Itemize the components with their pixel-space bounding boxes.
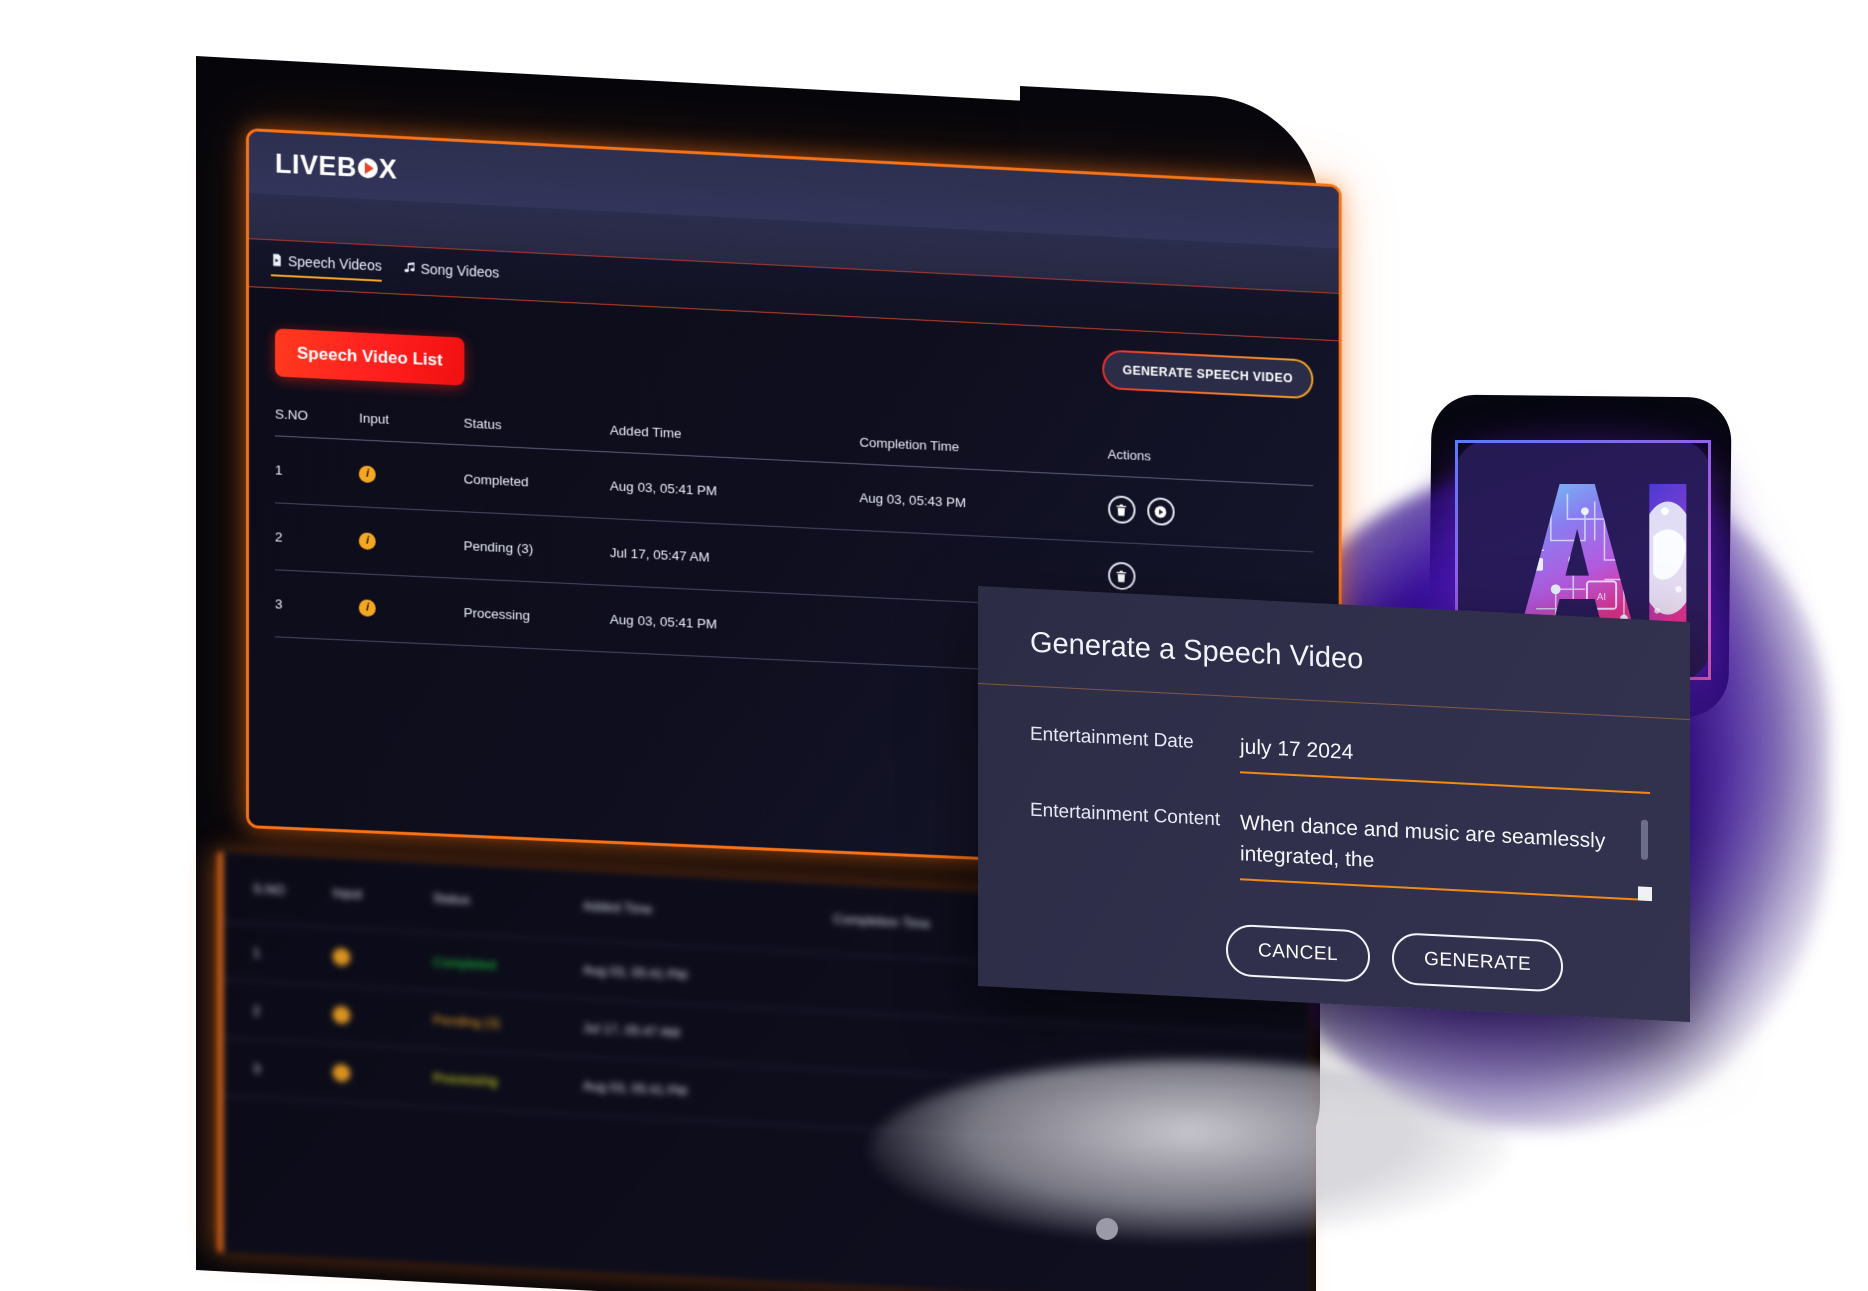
cell-completion-time: Aug 03, 05:43 PM xyxy=(860,464,1108,542)
speech-video-list-badge: Speech Video List xyxy=(275,328,465,385)
row-actions xyxy=(1108,495,1314,532)
cell-sno: 1 xyxy=(275,436,359,507)
ai-chip-label: AI xyxy=(1597,592,1606,603)
delete-button[interactable] xyxy=(1108,495,1135,524)
generate-speech-video-modal: Generate a Speech Video Entertainment Da… xyxy=(978,586,1690,1022)
brand-logo: LIVEB X xyxy=(275,148,397,185)
delete-icon xyxy=(1115,569,1128,582)
play-button[interactable] xyxy=(1147,497,1174,526)
cell-sno: 3 xyxy=(275,570,359,641)
cell-status: Processing xyxy=(464,579,610,653)
bg-cell-input: i xyxy=(333,1064,433,1087)
bg-cell-sno: 1 xyxy=(253,945,333,964)
bg-th-added: Added Time xyxy=(583,898,833,926)
cancel-button[interactable]: CANCEL xyxy=(1226,923,1370,982)
info-icon[interactable]: i xyxy=(359,465,376,483)
bg-cell-status: Pending (3) xyxy=(433,1012,583,1035)
th-sno: S.NO xyxy=(275,406,359,440)
bg-cell-sno: 3 xyxy=(253,1061,333,1080)
bg-cell-added: Jul 17, 05:47 AM xyxy=(583,1020,833,1048)
cell-input: i xyxy=(359,507,464,579)
bg-cell-input: i xyxy=(333,948,433,971)
video-file-icon xyxy=(271,253,283,267)
bg-th-completion: Completion Time xyxy=(833,911,931,931)
info-icon[interactable]: i xyxy=(359,599,376,617)
bg-cell-status: Completed xyxy=(433,954,583,977)
music-note-icon xyxy=(404,261,416,275)
bg-cell-sno: 2 xyxy=(253,1003,333,1022)
bg-cell-added: Aug 03, 05:41 PM xyxy=(583,1078,833,1106)
cell-actions xyxy=(1108,476,1314,552)
bg-th-input: Input xyxy=(333,885,433,905)
soft-shadow-blob xyxy=(870,1060,1510,1240)
cell-input: i xyxy=(359,574,464,646)
cell-input: i xyxy=(359,440,464,512)
bg-cell-status: Processing xyxy=(433,1070,583,1093)
tab-song-videos[interactable]: Song Videos xyxy=(404,259,500,286)
tab-song-videos-label: Song Videos xyxy=(421,260,500,280)
textarea-resize-handle[interactable] xyxy=(1638,886,1652,901)
generate-button[interactable]: GENERATE xyxy=(1392,931,1563,992)
bg-th-status: Status xyxy=(433,890,583,913)
textarea-scrollbar[interactable] xyxy=(1641,819,1648,859)
brand-text-right: X xyxy=(379,153,397,185)
cell-added-time: Jul 17, 05:47 AM xyxy=(610,519,860,597)
info-icon: i xyxy=(333,1006,350,1024)
cell-status: Pending (3) xyxy=(464,512,610,586)
cell-sno: 2 xyxy=(275,503,359,574)
info-icon: i xyxy=(333,948,350,966)
info-icon: i xyxy=(333,1064,350,1082)
delete-icon xyxy=(1115,503,1128,516)
play-circle-icon xyxy=(1154,505,1167,518)
info-icon[interactable]: i xyxy=(359,532,376,550)
tab-speech-videos-label: Speech Videos xyxy=(288,253,382,274)
cell-status: Completed xyxy=(464,445,610,519)
brand-text-left: LIVEB xyxy=(275,148,357,183)
cell-added-time: Aug 03, 05:41 PM xyxy=(610,585,860,663)
screenshot-stage: LIVEBX Hi Generatevideouser Speech Video… xyxy=(0,0,1868,1291)
entertainment-content-label: Entertainment Content xyxy=(1030,796,1240,880)
bg-cell-added: Aug 03, 05:41 PM xyxy=(583,962,833,990)
bg-th-sno: S.NO xyxy=(253,881,333,900)
generate-speech-video-button[interactable]: GENERATE SPEECH VIDEO xyxy=(1102,349,1313,399)
play-logo-icon xyxy=(358,158,378,179)
tab-speech-videos[interactable]: Speech Videos xyxy=(271,252,382,282)
cell-added-time: Aug 03, 05:41 PM xyxy=(610,452,860,530)
delete-button[interactable] xyxy=(1108,561,1135,590)
bg-cell-input: i xyxy=(333,1006,433,1029)
shadow-dot xyxy=(1096,1218,1118,1240)
